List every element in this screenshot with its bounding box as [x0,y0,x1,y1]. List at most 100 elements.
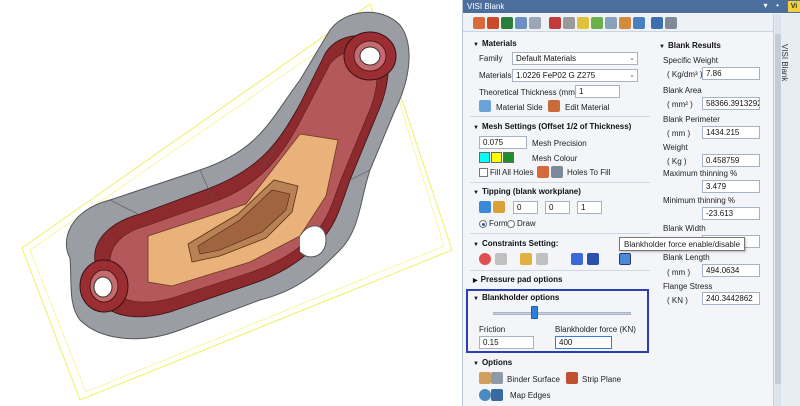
panel-scrollbar[interactable] [775,14,781,406]
min-thinning-value[interactable]: -23.613 [702,207,760,220]
mesh-colour-swatch-green[interactable] [503,152,514,163]
holes-to-fill-icon[interactable] [537,166,549,178]
scrollbar-thumb[interactable] [775,34,781,384]
tipping-header[interactable]: Tipping (blank workplane) [473,187,581,196]
report-tool-icon[interactable] [651,17,663,29]
map-edges-icon[interactable] [479,389,491,401]
family-value: Default Materials [516,54,577,63]
blankholder-slider-track[interactable] [493,312,631,315]
friction-input[interactable]: 0.15 [479,336,534,349]
constraint-point-icon[interactable] [479,253,491,265]
weight-value[interactable]: 0.458759 [702,154,760,167]
weight-unit: ( Kg ) [667,157,687,166]
weight-label: Weight [663,143,688,152]
binder-surface-alt-icon[interactable] [491,372,503,384]
strip-plane-button[interactable]: Strip Plane [582,375,621,384]
blankholder-force-input[interactable]: 400 [555,336,612,349]
mesh-colour-swatch-yellow[interactable] [491,152,502,163]
workplane-icon[interactable] [493,201,505,213]
holes-to-fill-button[interactable]: Holes To Fill [567,168,610,177]
holes-select-icon[interactable] [551,166,563,178]
binoculars-icon[interactable] [501,17,513,29]
surface-tool-icon[interactable] [563,17,575,29]
binder-surface-button[interactable]: Binder Surface [507,375,560,384]
blankholder-force-toggle-icon[interactable] [619,253,631,265]
friction-label: Friction [479,325,506,334]
chevron-down-icon: ⌄ [629,72,635,79]
draw-radio[interactable] [507,220,515,228]
flange-stress-label: Flange Stress [663,282,713,291]
tipping-y-input[interactable]: 0 [545,201,570,214]
part-model [21,3,453,401]
blank-length-value[interactable]: 494.0634 [702,264,760,277]
constraint-edge-remove-icon[interactable] [536,253,548,265]
thinning-tool-icon[interactable] [549,17,561,29]
mesh-settings-header[interactable]: Mesh Settings (Offset 1/2 of Thickness) [473,122,631,131]
thickness-input[interactable]: 1 [575,85,620,98]
max-thinning-value[interactable]: 3.479 [702,180,760,193]
blankholder-force-tooltip: Blankholder force enable/disable [619,237,746,251]
strain-tool-icon[interactable] [619,17,631,29]
map-edges-button[interactable]: Map Edges [510,391,550,400]
edit-material-icon[interactable] [548,100,560,112]
map-tool-icon[interactable] [577,17,589,29]
mesh-precision-label: Mesh Precision [532,139,587,148]
constraints-header[interactable]: Constraints Setting: [473,239,558,248]
family-select[interactable]: Default Materials ⌄ [512,52,638,65]
options-header[interactable]: Options [473,358,512,367]
visi-logo: Vi [788,1,800,12]
specific-weight-value[interactable]: 7.86 [702,67,760,80]
constraint-face-alt-icon[interactable] [587,253,599,265]
unfold-tool-icon[interactable] [487,17,499,29]
blank-tool-icon[interactable] [473,17,485,29]
constraint-edge-icon[interactable] [520,253,532,265]
axis-icon[interactable] [479,201,491,213]
binder-surface-icon[interactable] [479,372,491,384]
blankholder-slider-thumb[interactable] [531,306,539,319]
materials-value: 1.0226 FeP02 G Z275 [516,71,596,80]
settings-tool-icon[interactable] [665,17,677,29]
panel-title: VISI Blank [467,2,505,11]
tipping-x-input[interactable]: 0 [513,201,538,214]
fill-all-holes-checkbox[interactable] [479,168,488,177]
blankholder-force-label: Blankholder force (KN) [555,325,636,334]
edit-material-button[interactable]: Edit Material [565,103,609,112]
blank-perimeter-value[interactable]: 1434.215 [702,126,760,139]
materials-header[interactable]: Materials [473,39,517,48]
mesh-precision-input[interactable]: 0.075 [479,136,527,149]
blank-perimeter-label: Blank Perimeter [663,115,720,124]
side-tab-label[interactable]: VISI Blank [780,44,789,81]
pressure-pad-header[interactable]: Pressure pad options [473,275,563,284]
min-thinning-label: Minimum thinning % [663,196,736,205]
3d-viewport[interactable] [0,0,462,406]
tipping-z-input[interactable]: 1 [577,201,602,214]
pin-icon[interactable]: • [772,1,783,11]
panel-titlebar: VISI Blank ▾ • × [463,0,800,13]
materials-select[interactable]: 1.0226 FeP02 G Z275 ⌄ [512,69,638,82]
fill-all-holes-label: Fill All Holes [490,168,534,177]
toolbar [463,14,773,32]
constraint-remove-icon[interactable] [495,253,507,265]
material-side-button[interactable]: Material Side [496,103,543,112]
dropdown-icon[interactable]: ▾ [760,1,771,11]
form-tool-icon[interactable] [633,17,645,29]
map-edges-alt-icon[interactable] [491,389,503,401]
stress-tool-icon[interactable] [591,17,603,29]
grid-tool-icon[interactable] [515,17,527,29]
mesh-colour-swatch-cyan[interactable] [479,152,490,163]
specific-weight-label: Specific Weight [663,56,718,65]
strip-plane-icon[interactable] [566,372,578,384]
max-thinning-label: Maximum thinning % [663,169,738,178]
blank-results-header[interactable]: Blank Results [659,41,721,50]
blankholder-header[interactable]: Blankholder options [473,293,559,302]
blank-area-value[interactable]: 58366.39132929 [702,97,760,110]
mesh-tool-icon[interactable] [529,17,541,29]
chevron-down-icon: ⌄ [629,55,635,62]
flange-tool-icon[interactable] [605,17,617,29]
blank-perimeter-unit: ( mm ) [667,129,691,138]
flange-stress-value[interactable]: 240.3442862 [702,292,760,305]
constraint-face-icon[interactable] [571,253,583,265]
material-side-icon[interactable] [479,100,491,112]
divider [470,182,650,183]
form-radio[interactable] [479,220,487,228]
